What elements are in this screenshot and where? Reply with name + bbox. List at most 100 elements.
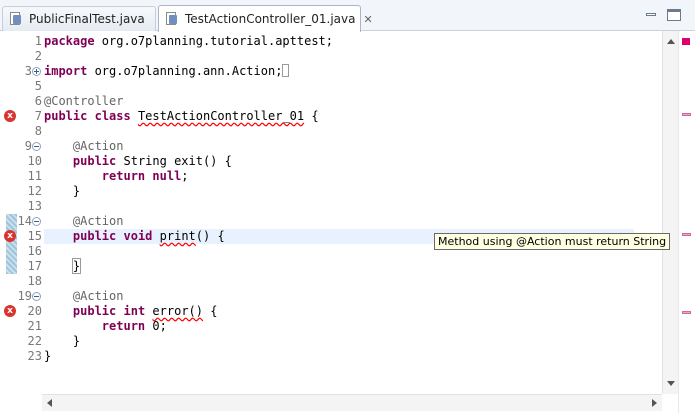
editor-tab-bar: PublicFinalTest.java TestActionControlle…	[0, 0, 695, 32]
line-number: 12	[27, 184, 42, 198]
line-number: 10	[27, 154, 42, 168]
line-number: 5	[34, 79, 42, 93]
line-number: 3	[24, 64, 32, 78]
line-number: 14	[17, 214, 32, 228]
code-line[interactable]: return 0;	[44, 319, 167, 334]
line-number: 17	[27, 259, 42, 273]
code-token: class	[94, 109, 131, 123]
code-line[interactable]: }	[44, 349, 51, 364]
vertical-scrollbar[interactable]	[662, 31, 678, 394]
code-line[interactable]: package org.o7planning.tutorial.apttest;	[44, 34, 333, 49]
code-line[interactable]: import org.o7planning.ann.Action;	[44, 64, 290, 79]
collapse-fold-icon[interactable]	[32, 292, 41, 301]
line-number: 11	[27, 169, 42, 183]
error-token: TestActionController_01	[137, 109, 305, 123]
code-line[interactable]: public void print() {	[44, 229, 225, 244]
code-token: }	[44, 184, 81, 198]
code-token: package	[44, 34, 95, 48]
code-token: String exit() {	[116, 154, 232, 168]
code-token: void	[123, 229, 153, 243]
code-line[interactable]: public class TestActionController_01 {	[44, 109, 319, 124]
line-number: 1	[34, 34, 42, 48]
code-token: return	[101, 169, 146, 183]
line-number: 9	[24, 139, 32, 153]
code-line[interactable]: public int error() {	[44, 304, 218, 319]
line-number: 8	[34, 124, 42, 138]
scroll-left-icon[interactable]	[47, 399, 52, 407]
code-token: public	[72, 154, 117, 168]
eclipse-editor-window: PublicFinalTest.java TestActionControlle…	[0, 0, 695, 413]
code-token: }	[44, 349, 52, 363]
error-icon[interactable]: x	[4, 305, 16, 317]
line-number: 18	[27, 274, 42, 288]
code-line[interactable]: return null;	[44, 169, 189, 184]
minimize-icon[interactable]	[644, 9, 658, 21]
code-line[interactable]: }	[44, 258, 82, 274]
line-number: 15	[27, 229, 42, 243]
code-line[interactable]: @Controller	[44, 94, 123, 109]
tab-label: TestActionController_01.java	[185, 12, 356, 26]
tab-publicfinaltest[interactable]: PublicFinalTest.java	[2, 6, 156, 31]
line-number: 2	[34, 49, 42, 63]
code-line[interactable]: @Action	[44, 139, 124, 154]
close-icon[interactable]: ✕	[363, 13, 372, 26]
code-token: {	[203, 304, 218, 318]
code-token: public	[72, 304, 117, 318]
error-icon[interactable]: x	[4, 110, 16, 122]
overview-ruler[interactable]	[678, 31, 695, 413]
error-token: error()	[152, 304, 203, 318]
error-icon[interactable]: x	[4, 230, 16, 242]
code-token: public	[72, 229, 117, 243]
java-file-icon	[165, 12, 179, 26]
expand-fold-icon[interactable]	[32, 67, 41, 76]
code-token: 0;	[145, 319, 167, 333]
error-tooltip: Method using @Action must return String	[434, 233, 671, 250]
tab-label: PublicFinalTest.java	[29, 12, 145, 26]
scroll-up-icon[interactable]	[667, 39, 675, 44]
code-line[interactable]: }	[44, 334, 80, 349]
code-editor[interactable]: xxx 1 2 3 5 6 7 8 9 10 11 12 13 14 15 16 17 18 19 20 21 22 23…	[0, 31, 678, 394]
collapse-fold-icon[interactable]	[32, 217, 41, 226]
error-marker[interactable]	[682, 113, 691, 116]
code-token: {	[304, 109, 319, 123]
code-token: () {	[195, 229, 225, 243]
error-marker[interactable]	[682, 311, 691, 314]
code-text[interactable]: package org.o7planning.tutorial.apttest;…	[44, 31, 674, 394]
folded-imports-marker[interactable]	[282, 64, 290, 77]
code-token: return	[101, 319, 146, 333]
maximize-icon[interactable]	[667, 9, 681, 21]
matching-bracket: }	[71, 258, 82, 274]
tab-testactioncontroller[interactable]: TestActionController_01.java ✕	[158, 5, 373, 32]
collapse-fold-icon[interactable]	[32, 142, 41, 151]
line-number: 16	[27, 244, 42, 258]
code-line[interactable]: public String exit() {	[44, 154, 232, 169]
line-number: 7	[34, 109, 42, 123]
horizontal-scrollbar[interactable]	[42, 394, 662, 411]
error-summary-icon[interactable]	[682, 38, 690, 45]
scroll-down-icon[interactable]	[667, 381, 675, 386]
error-marker[interactable]	[682, 233, 691, 236]
code-token: int	[123, 304, 146, 318]
code-token: @Action	[72, 139, 124, 153]
code-token: @Action	[72, 289, 124, 303]
scroll-right-icon[interactable]	[652, 399, 657, 407]
code-line[interactable]: @Action	[44, 289, 124, 304]
code-line[interactable]: @Action	[44, 214, 124, 229]
code-line[interactable]: }	[44, 184, 80, 199]
code-token: @Controller	[44, 94, 124, 108]
error-token: print	[159, 229, 196, 243]
code-token: }	[44, 334, 81, 348]
code-token: public	[44, 109, 88, 123]
